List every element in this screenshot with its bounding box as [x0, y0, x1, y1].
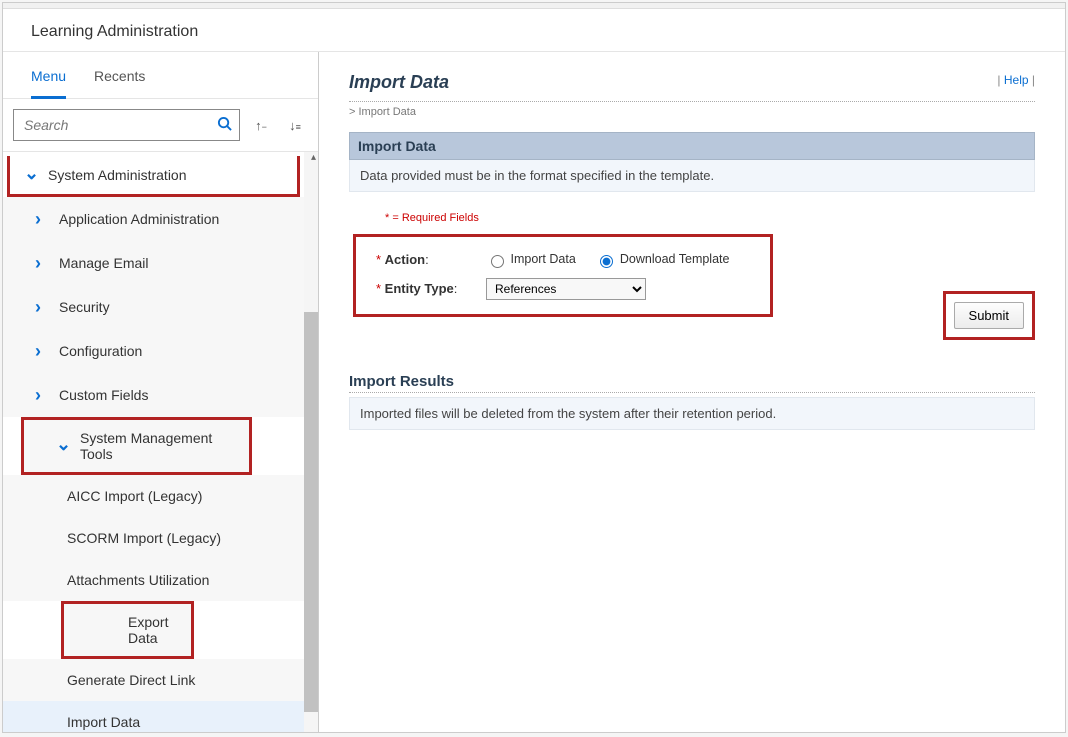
sidebar-item-label: AICC Import (Legacy) [67, 488, 202, 504]
scroll-up-icon[interactable]: ▴ [311, 152, 316, 163]
entity-type-select[interactable]: References [486, 278, 646, 300]
entity-type-label: * Entity Type: [376, 281, 486, 296]
sort-desc-button[interactable]: ↓≡ [282, 118, 308, 133]
help-area: | Help | [997, 72, 1035, 87]
chevron-right-icon [35, 254, 49, 272]
scrollbar-track[interactable]: ▴ [304, 152, 318, 732]
search-row: ↑− ↓≡ [3, 99, 318, 152]
sidebar-tabs: Menu Recents [3, 52, 318, 99]
chevron-right-icon [35, 386, 49, 404]
tab-recents[interactable]: Recents [94, 62, 145, 98]
sidebar-item-application-administration[interactable]: Application Administration [3, 197, 304, 241]
main-content: Import Data | Help | > Import Data Impor… [319, 52, 1065, 732]
required-fields-note: * = Required Fields [385, 212, 1035, 224]
page-title: Import Data [349, 72, 449, 93]
form-row-entity-type: * Entity Type: References [376, 278, 760, 300]
submit-highlight-box: Submit [943, 291, 1035, 340]
panel-header: Import Data [349, 132, 1035, 160]
scrollbar-thumb[interactable] [304, 312, 318, 712]
breadcrumb: > Import Data [349, 106, 1035, 118]
chevron-down-icon [56, 437, 70, 455]
sidebar-item-system-management-tools[interactable]: System Management Tools [21, 417, 252, 475]
chevron-right-icon [35, 342, 49, 360]
sidebar-item-label: Generate Direct Link [67, 672, 195, 688]
sidebar-item-label: Custom Fields [59, 387, 148, 403]
submit-button[interactable]: Submit [954, 302, 1024, 329]
sidebar-item-label: Application Administration [59, 211, 219, 227]
separator [349, 101, 1035, 102]
panel-body: Data provided must be in the format spec… [349, 160, 1035, 192]
separator: | [1029, 73, 1035, 87]
sidebar-item-generate-direct-link[interactable]: Generate Direct Link [3, 659, 304, 701]
chevron-right-icon [35, 210, 49, 228]
chevron-down-icon [24, 166, 38, 184]
sidebar-item-attachments-utilization[interactable]: Attachments Utilization [3, 559, 304, 601]
help-link[interactable]: Help [1004, 73, 1029, 87]
sidebar-item-export-data[interactable]: Export Data [61, 601, 194, 659]
sidebar-item-label: Configuration [59, 343, 142, 359]
sidebar-item-import-data[interactable]: Import Data [3, 701, 304, 732]
sidebar-item-label: System Management Tools [80, 430, 239, 462]
import-results-body: Imported files will be deleted from the … [349, 397, 1035, 430]
radio-download-template[interactable]: Download Template [595, 252, 729, 266]
app-header: Learning Administration [3, 9, 1065, 52]
sidebar-item-label: SCORM Import (Legacy) [67, 530, 221, 546]
sidebar-item-system-administration[interactable]: System Administration [7, 156, 300, 197]
sidebar-item-scorm-import[interactable]: SCORM Import (Legacy) [3, 517, 304, 559]
chevron-right-icon [35, 298, 49, 316]
form-highlight-box: * Action: Import Data Download Template … [353, 234, 773, 317]
sidebar-item-label: System Administration [48, 167, 187, 183]
sidebar-item-manage-email[interactable]: Manage Email [3, 241, 304, 285]
action-label: * Action: [376, 252, 486, 267]
separator [349, 392, 1035, 393]
action-radio-group: Import Data Download Template [486, 251, 745, 268]
sidebar-item-label: Manage Email [59, 255, 149, 271]
sidebar-item-aicc-import[interactable]: AICC Import (Legacy) [3, 475, 304, 517]
sidebar-item-security[interactable]: Security [3, 285, 304, 329]
nav-tree: ▴ System Administration Application Admi… [3, 152, 318, 732]
sidebar-item-label: Attachments Utilization [67, 572, 209, 588]
sidebar-item-label: Security [59, 299, 110, 315]
search-input[interactable] [13, 109, 240, 141]
sidebar-item-label: Import Data [67, 714, 140, 730]
sidebar-item-custom-fields[interactable]: Custom Fields [3, 373, 304, 417]
sidebar-item-configuration[interactable]: Configuration [3, 329, 304, 373]
sidebar-item-label: Export Data [128, 614, 181, 646]
sort-asc-button[interactable]: ↑− [248, 118, 274, 133]
radio-import-data[interactable]: Import Data [486, 252, 576, 266]
sidebar: Menu Recents ↑− ↓≡ ▴ [3, 52, 319, 732]
import-results-title: Import Results [349, 373, 1035, 390]
tab-menu[interactable]: Menu [31, 62, 66, 99]
form-row-action: * Action: Import Data Download Template [376, 251, 760, 268]
